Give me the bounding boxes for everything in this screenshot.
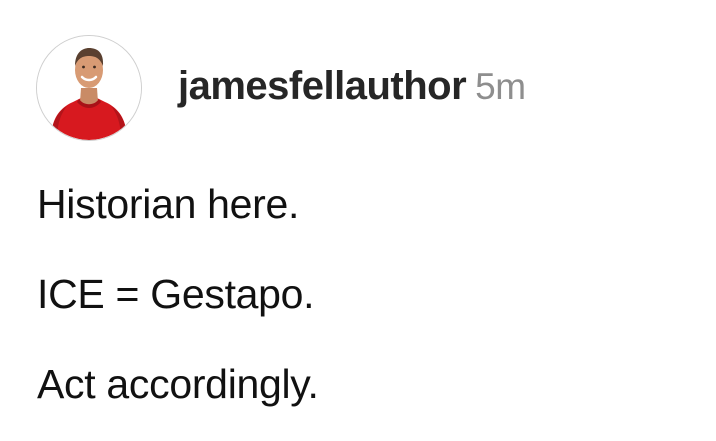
post-timestamp: 5m <box>475 66 526 107</box>
post-text-line: ICE = Gestapo. <box>37 271 315 317</box>
post-text-line: Historian here. <box>37 181 300 227</box>
post-text-line: Act accordingly. <box>37 361 319 407</box>
post: jamesfellauthor 5m Historian here. ICE =… <box>0 0 716 441</box>
author-avatar[interactable] <box>36 35 142 141</box>
post-header: jamesfellauthor 5m <box>178 64 526 114</box>
profile-photo-icon <box>37 36 141 140</box>
username-link[interactable]: jamesfellauthor <box>178 64 467 109</box>
